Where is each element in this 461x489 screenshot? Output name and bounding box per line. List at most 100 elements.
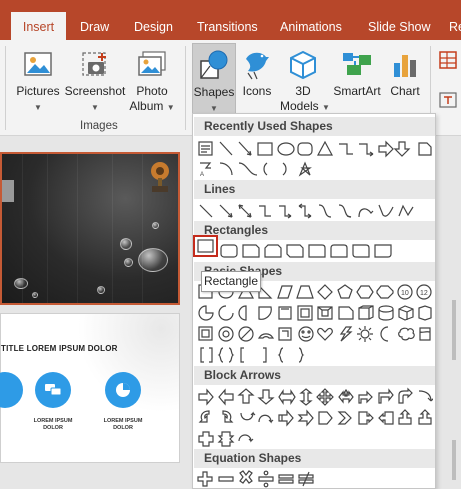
screenshot-label: Screenshot bbox=[64, 84, 126, 98]
tab-draw[interactable]: Draw bbox=[80, 17, 109, 40]
chevron-down-icon: ▼ bbox=[166, 103, 175, 112]
shape-row[interactable] bbox=[219, 241, 429, 261]
photo-album-button[interactable]: Photo Album ▼ bbox=[126, 46, 178, 116]
smartart-label: SmartArt bbox=[333, 84, 381, 98]
pie-chart-icon bbox=[116, 383, 130, 397]
svg-text:A: A bbox=[200, 172, 204, 178]
group-separator bbox=[5, 46, 6, 130]
wood-grain bbox=[47, 154, 48, 303]
slide-caption: LOREM IPSUM DOLOR bbox=[33, 418, 73, 431]
shapes-icon bbox=[200, 50, 228, 79]
photo-album-icon bbox=[138, 51, 166, 76]
slide-circle-icon bbox=[35, 372, 71, 408]
basic-shapes-row-2[interactable] bbox=[197, 303, 433, 323]
table-icon[interactable] bbox=[438, 50, 458, 70]
smartart-icon bbox=[343, 53, 371, 75]
shapes-gallery-dropdown: Recently Used Shapes A Lines Rectangles … bbox=[192, 113, 436, 489]
slide-caption: LOREM IPSUM DOLOR bbox=[103, 418, 143, 431]
rectangles-row[interactable] bbox=[219, 241, 429, 261]
shape-row[interactable] bbox=[197, 303, 433, 323]
tab-insert[interactable]: Insert bbox=[11, 12, 66, 40]
pictures-button[interactable]: Pictures ▼ bbox=[14, 46, 62, 116]
tab-design[interactable]: Design bbox=[134, 17, 173, 40]
shapes-label: Shapes bbox=[193, 85, 235, 99]
photo-album-label-1: Photo bbox=[136, 84, 168, 98]
group-separator bbox=[185, 46, 186, 130]
slide-thumbnails-pane: TITLE LOREM IPSUM DOLOR LOREM IPSUM DOLO… bbox=[0, 136, 192, 489]
block-arrows-row-2[interactable] bbox=[197, 408, 433, 428]
equation-shapes-row[interactable] bbox=[197, 469, 433, 489]
icons-icon bbox=[246, 52, 269, 80]
cube-icon bbox=[290, 50, 316, 80]
lines-row[interactable] bbox=[197, 201, 433, 221]
water-drop bbox=[14, 278, 28, 289]
icons-label: Icons bbox=[242, 84, 272, 98]
section-recently-used-shapes: Recently Used Shapes bbox=[194, 117, 435, 136]
slide-thumbnail-2[interactable]: TITLE LOREM IPSUM DOLOR LOREM IPSUM DOLO… bbox=[0, 313, 180, 463]
water-drop bbox=[97, 286, 105, 294]
section-lines: Lines bbox=[194, 180, 435, 199]
shape-row[interactable] bbox=[197, 469, 433, 489]
chart-label: Chart bbox=[390, 84, 420, 98]
water-drop bbox=[32, 292, 38, 298]
wood-grain bbox=[112, 154, 113, 303]
basic-shapes-row-4[interactable] bbox=[197, 345, 433, 365]
shape-row[interactable] bbox=[197, 139, 433, 159]
section-block-arrows: Block Arrows bbox=[194, 366, 435, 385]
slide-thumbnail-1[interactable] bbox=[0, 152, 180, 305]
editor-pane-edge bbox=[436, 136, 461, 489]
block-arrows-row-3[interactable] bbox=[197, 429, 433, 449]
recently-used-shapes-row-2[interactable]: A bbox=[197, 159, 433, 179]
shape-row[interactable] bbox=[197, 345, 433, 365]
shape-row[interactable]: A bbox=[197, 159, 433, 179]
shape-row[interactable] bbox=[197, 429, 433, 449]
svg-text:12: 12 bbox=[420, 290, 428, 297]
icons-button[interactable]: Icons bbox=[238, 46, 276, 116]
3d-models-button[interactable]: 3D Models ▼ bbox=[280, 46, 330, 120]
scrollbar-thumb[interactable] bbox=[452, 440, 456, 480]
picture-icon bbox=[24, 52, 52, 76]
slide-text-placeholder bbox=[2, 180, 14, 202]
section-rectangles: Rectangles bbox=[194, 221, 435, 240]
tab-animations[interactable]: Animations bbox=[280, 17, 342, 40]
photo-album-label-2: Album ▼ bbox=[129, 99, 175, 113]
chart-button[interactable]: Chart bbox=[386, 46, 424, 116]
group-label-images: Images bbox=[80, 120, 118, 132]
ribbon-tab-bar: Insert Draw Design Transitions Animation… bbox=[0, 0, 461, 40]
3d-models-label-1: 3D bbox=[295, 84, 311, 98]
tab-slide-show[interactable]: Slide Show bbox=[368, 17, 431, 40]
basic-shapes-row-3[interactable] bbox=[197, 324, 433, 344]
screenshot-button[interactable]: Screenshot ▼ bbox=[64, 46, 126, 116]
tab-review[interactable]: Re bbox=[449, 17, 461, 40]
chevron-down-icon: ▼ bbox=[91, 103, 99, 112]
screenshot-icon bbox=[82, 52, 106, 76]
smartart-button[interactable]: SmartArt bbox=[330, 46, 384, 116]
tab-transitions[interactable]: Transitions bbox=[197, 17, 258, 40]
slide-circle-icon bbox=[105, 372, 141, 408]
wood-grain bbox=[142, 154, 143, 303]
water-drop bbox=[152, 222, 159, 229]
section-equation-shapes: Equation Shapes bbox=[194, 449, 435, 468]
water-drop bbox=[124, 258, 133, 267]
chevron-down-icon: ▼ bbox=[322, 103, 330, 112]
shape-row[interactable] bbox=[197, 324, 433, 344]
textbox-icon[interactable] bbox=[438, 90, 458, 110]
shape-row[interactable] bbox=[197, 408, 433, 428]
slide-circle-icon bbox=[0, 372, 23, 408]
chevron-down-icon: ▼ bbox=[34, 103, 42, 112]
svg-text:10: 10 bbox=[401, 290, 409, 297]
wood-grain bbox=[77, 154, 78, 303]
gramophone-icon bbox=[151, 162, 169, 192]
chat-icon bbox=[45, 384, 62, 396]
shape-row[interactable] bbox=[197, 201, 433, 221]
block-arrows-row-1[interactable] bbox=[197, 387, 433, 407]
recently-used-shapes-row-1[interactable] bbox=[197, 139, 433, 159]
water-drop bbox=[120, 238, 132, 250]
shape-tooltip: Rectangle bbox=[201, 271, 261, 292]
pictures-label: Pictures bbox=[16, 84, 60, 98]
bar-chart-icon bbox=[394, 55, 416, 77]
scrollbar-thumb[interactable] bbox=[452, 300, 456, 360]
shapes-button[interactable]: Shapes ▼ bbox=[192, 43, 236, 115]
shape-row[interactable] bbox=[197, 387, 433, 407]
rectangle-shape-selected[interactable] bbox=[193, 235, 218, 257]
